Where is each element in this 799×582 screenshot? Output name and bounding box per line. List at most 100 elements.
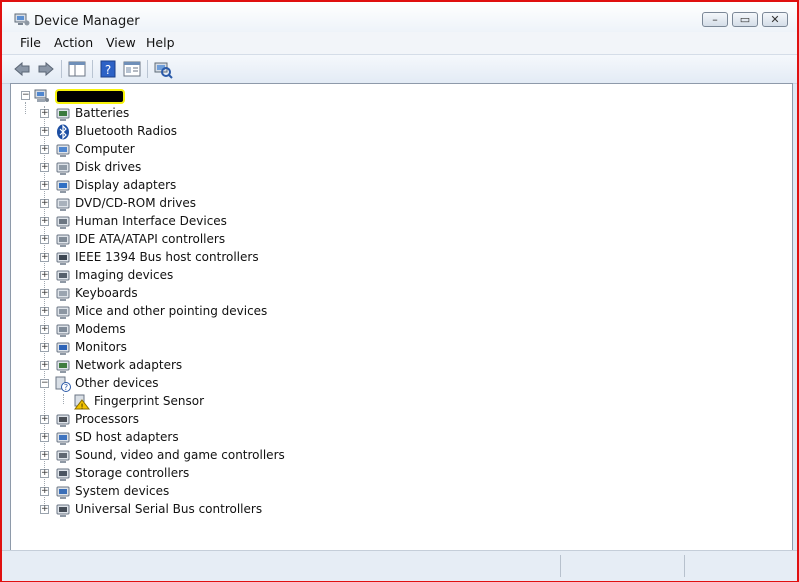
menu-bar: File Action View Help xyxy=(2,32,797,55)
tree-item-label: Mice and other pointing devices xyxy=(75,304,268,318)
tree-category[interactable]: + Network adapters xyxy=(11,357,431,375)
collapse-toggle[interactable]: − xyxy=(40,378,49,388)
computer-icon xyxy=(56,144,70,157)
tree-child-item[interactable]: ! Fingerprint Sensor xyxy=(11,393,431,411)
device-tree[interactable]: − + Batteries + Bluetooth Radios + Computer + D… xyxy=(10,83,793,551)
tree-category[interactable]: + Mice and other pointing devices xyxy=(11,303,431,321)
expand-toggle[interactable]: + xyxy=(40,162,49,172)
close-button[interactable]: ✕ xyxy=(762,12,788,27)
expand-toggle[interactable]: + xyxy=(40,108,49,118)
menu-action[interactable]: Action xyxy=(54,35,93,50)
expand-toggle[interactable]: + xyxy=(40,450,49,460)
tree-category[interactable]: + Modems xyxy=(11,321,431,339)
toolbar-separator xyxy=(61,60,62,78)
tree-category[interactable]: + IDE ATA/ATAPI controllers xyxy=(11,231,431,249)
minus-icon: − xyxy=(22,90,30,100)
expand-toggle[interactable]: + xyxy=(40,432,49,442)
tree-category[interactable]: + Batteries xyxy=(11,105,431,123)
expand-toggle[interactable]: + xyxy=(40,144,49,154)
minimize-button[interactable]: – xyxy=(702,12,728,27)
expand-toggle[interactable]: + xyxy=(40,306,49,316)
tree-item-label: Sound, video and game controllers xyxy=(75,448,285,462)
toolbar-separator xyxy=(92,60,93,78)
expand-toggle[interactable]: + xyxy=(40,504,49,514)
sd-card-icon xyxy=(56,432,70,445)
warning-device-icon: ! xyxy=(74,394,90,410)
tree-category[interactable]: + Universal Serial Bus controllers xyxy=(11,501,431,519)
tree-item-label: System devices xyxy=(75,484,170,498)
tree-item-label: Bluetooth Radios xyxy=(75,124,178,138)
tree-category[interactable]: + Keyboards xyxy=(11,285,431,303)
properties-icon[interactable] xyxy=(122,59,142,79)
tree-item-label: Disk drives xyxy=(75,160,142,174)
computer-root-icon xyxy=(34,89,49,102)
plus-icon: + xyxy=(41,468,49,478)
expand-toggle[interactable]: + xyxy=(40,126,49,136)
close-icon: ✕ xyxy=(770,13,780,26)
processor-icon xyxy=(56,414,70,427)
tree-category[interactable]: + Monitors xyxy=(11,339,431,357)
menu-file[interactable]: File xyxy=(20,35,41,50)
plus-icon: + xyxy=(41,324,49,334)
tree-item-label: Keyboards xyxy=(75,286,138,300)
tree-category[interactable]: + System devices xyxy=(11,483,431,501)
expand-toggle[interactable]: + xyxy=(40,270,49,280)
tree-category[interactable]: + Computer xyxy=(11,141,431,159)
expand-toggle[interactable]: + xyxy=(40,468,49,478)
tree-root[interactable]: − xyxy=(11,87,311,105)
plus-icon: + xyxy=(41,234,49,244)
expand-toggle[interactable]: + xyxy=(40,198,49,208)
tree-item-label: Storage controllers xyxy=(75,466,190,480)
expand-toggle[interactable]: + xyxy=(40,234,49,244)
plus-icon: + xyxy=(41,216,49,226)
show-hide-console-tree-icon[interactable] xyxy=(67,59,87,79)
tree-category[interactable]: + Disk drives xyxy=(11,159,431,177)
expand-toggle[interactable]: + xyxy=(40,486,49,496)
maximize-button[interactable]: ▭ xyxy=(732,12,758,27)
tree-category[interactable]: + Bluetooth Radios xyxy=(11,123,431,141)
help-icon[interactable]: ? xyxy=(98,59,118,79)
status-separator xyxy=(560,555,561,577)
title-bar[interactable]: Device Manager – ▭ ✕ xyxy=(2,2,797,32)
plus-icon: + xyxy=(41,198,49,208)
expand-toggle[interactable]: + xyxy=(40,324,49,334)
maximize-icon: ▭ xyxy=(739,13,751,26)
tree-category[interactable]: + Human Interface Devices xyxy=(11,213,431,231)
scan-hardware-icon[interactable] xyxy=(153,59,173,79)
tree-category[interactable]: + Storage controllers xyxy=(11,465,431,483)
plus-icon: + xyxy=(41,288,49,298)
network-adapter-icon xyxy=(56,360,70,373)
expand-toggle[interactable]: + xyxy=(40,216,49,226)
disk-drive-icon xyxy=(56,162,70,175)
tree-category[interactable]: + IEEE 1394 Bus host controllers xyxy=(11,249,431,267)
dvd-drive-icon xyxy=(56,198,70,211)
redacted-computer-name xyxy=(57,91,123,102)
expand-toggle[interactable]: + xyxy=(40,360,49,370)
expand-toggle[interactable]: + xyxy=(40,414,49,424)
back-icon[interactable] xyxy=(12,59,32,79)
plus-icon: + xyxy=(41,252,49,262)
plus-icon: + xyxy=(41,360,49,370)
collapse-toggle[interactable]: − xyxy=(21,90,30,100)
svg-text:!: ! xyxy=(81,403,84,411)
expand-toggle[interactable]: + xyxy=(40,252,49,262)
plus-icon: + xyxy=(41,432,49,442)
plus-icon: + xyxy=(41,306,49,316)
expand-toggle[interactable]: + xyxy=(40,288,49,298)
menu-view[interactable]: View xyxy=(106,35,136,50)
forward-icon[interactable] xyxy=(36,59,56,79)
tree-category[interactable]: + Sound, video and game controllers xyxy=(11,447,431,465)
expand-toggle[interactable]: + xyxy=(40,342,49,352)
tree-category[interactable]: + Imaging devices xyxy=(11,267,431,285)
tree-category[interactable]: + Display adapters xyxy=(11,177,431,195)
status-separator xyxy=(684,555,685,577)
tree-category[interactable]: + Processors xyxy=(11,411,431,429)
tree-category[interactable]: + SD host adapters xyxy=(11,429,431,447)
expand-toggle[interactable]: + xyxy=(40,180,49,190)
window-title: Device Manager xyxy=(34,14,140,29)
menu-help[interactable]: Help xyxy=(146,35,175,50)
tree-item-label: Batteries xyxy=(75,106,130,120)
tree-category[interactable]: + DVD/CD-ROM drives xyxy=(11,195,431,213)
tree-category[interactable]: −? Other devices xyxy=(11,375,431,393)
tree-item-label: IDE ATA/ATAPI controllers xyxy=(75,232,226,246)
